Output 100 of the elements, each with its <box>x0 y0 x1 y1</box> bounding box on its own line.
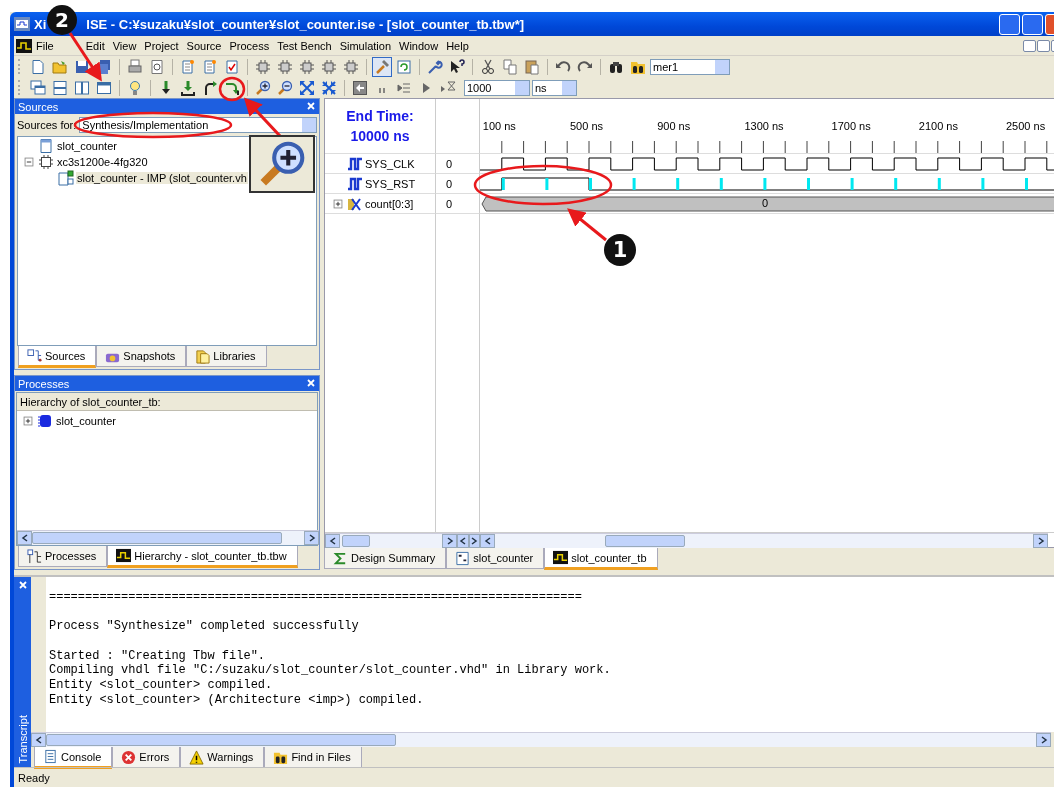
menu-item[interactable]: Source <box>182 39 226 52</box>
horizontal-scrollbar[interactable] <box>325 533 457 548</box>
menu-item[interactable]: Help <box>442 39 473 52</box>
status-text: Ready <box>18 771 50 784</box>
menu-item[interactable]: Project <box>140 39 183 52</box>
cascade-windows-icon[interactable] <box>30 79 46 96</box>
hammer-icon[interactable] <box>374 58 390 75</box>
panel-tab[interactable]: Libraries <box>186 346 267 367</box>
refresh-icon[interactable] <box>396 58 412 75</box>
panel-tab[interactable]: Console <box>34 747 113 769</box>
paste-icon[interactable] <box>524 58 540 75</box>
menu-item[interactable]: File <box>32 39 58 52</box>
chip-icon[interactable] <box>321 58 337 75</box>
expand-arrows-icon[interactable] <box>299 79 315 96</box>
scroll-arrow-button[interactable] <box>480 534 495 548</box>
scroll-arrow-button[interactable] <box>31 733 46 747</box>
scroll-arrow-button[interactable] <box>325 534 340 548</box>
horizontal-scrollbar[interactable] <box>480 533 1048 548</box>
window-title: ISE - C:¥suzaku¥slot_counter¥slot_counter.ise - [slot_counter_tb.tbw*] <box>86 16 525 32</box>
zoom-in-icon[interactable] <box>255 79 271 96</box>
new-file-icon[interactable] <box>30 58 46 75</box>
scroll-thumb[interactable] <box>605 535 685 547</box>
window-icon[interactable] <box>96 79 112 96</box>
scroll-arrow-button[interactable] <box>304 531 319 545</box>
console-line: ========================================================================== <box>49 590 583 605</box>
arrow-to-bar-icon[interactable] <box>180 79 196 96</box>
scroll-arrow-button[interactable] <box>457 534 469 548</box>
panel-tab[interactable]: Warnings <box>180 747 265 768</box>
step-number-badge: 2 <box>47 5 77 35</box>
search-combo[interactable]: mer1 <box>650 58 730 75</box>
expand-toggle[interactable] <box>331 196 345 211</box>
chip-icon[interactable] <box>277 58 293 75</box>
wave-icon <box>116 548 132 563</box>
help-pointer-icon[interactable] <box>449 58 465 75</box>
panel-tab[interactable]: Snapshots <box>96 346 187 367</box>
panel-tab[interactable]: Find in Files <box>264 747 362 768</box>
panel-tab[interactable]: Sources <box>18 346 97 368</box>
scroll-arrow-button[interactable] <box>1033 534 1048 548</box>
printer-icon[interactable] <box>127 58 143 75</box>
expand-toggle[interactable] <box>22 155 36 169</box>
processes-icon <box>27 548 42 564</box>
scroll-arrow-button[interactable] <box>17 531 32 545</box>
panel-tab[interactable]: Design Summary <box>324 548 447 569</box>
menu-item[interactable]: Simulation <box>335 39 395 52</box>
open-folder-icon[interactable] <box>52 58 68 75</box>
scroll-thumb[interactable] <box>46 734 396 746</box>
panel-tab[interactable]: Hierarchy - slot_counter_tb.tbw <box>107 546 298 568</box>
collapse-arrows-icon[interactable] <box>321 79 337 96</box>
restore-button[interactable] <box>1037 39 1050 52</box>
signal-name[interactable]: SYS_RST <box>365 177 416 190</box>
curved-arrow-icon[interactable] <box>202 79 218 96</box>
horizontal-scrollbar[interactable] <box>31 732 1051 747</box>
scroll-arrow-button[interactable] <box>1036 733 1051 747</box>
minimize-button[interactable] <box>1023 39 1036 52</box>
back-icon[interactable] <box>352 79 368 96</box>
panel-tab[interactable]: slot_counter_tb <box>544 548 658 570</box>
print-preview-icon[interactable] <box>149 58 165 75</box>
expand-toggle[interactable] <box>21 414 35 428</box>
panel-tab[interactable]: Processes <box>18 546 108 567</box>
signal-name[interactable]: SYS_CLK <box>365 157 415 170</box>
tree-item[interactable]: slot_counter - IMP (slot_counter.vh <box>76 172 248 184</box>
module-icon <box>58 170 74 186</box>
scroll-thumb[interactable] <box>32 532 282 544</box>
tree-item[interactable]: xc3s1200e-4fg320 <box>56 156 149 168</box>
zoom-out-icon[interactable] <box>277 79 293 96</box>
scroll-arrow-button[interactable] <box>442 534 457 548</box>
chip-icon[interactable] <box>255 58 271 75</box>
sources-for-dropdown[interactable]: Synthesis/Implementation <box>79 117 317 133</box>
tree-item[interactable]: slot_counter <box>56 140 118 152</box>
end-time-value: 10000 ns <box>350 127 410 146</box>
close-icon[interactable] <box>305 376 317 389</box>
scroll-thumb[interactable] <box>342 535 370 547</box>
horizontal-scrollbar[interactable] <box>17 530 319 545</box>
menu-item[interactable]: Process <box>225 39 274 52</box>
save-icon[interactable] <box>74 58 90 75</box>
panel-tab[interactable]: slot_counter <box>446 548 545 569</box>
menu-item[interactable]: Test Bench <box>273 39 336 52</box>
horizontal-scrollbar[interactable] <box>457 533 480 548</box>
chip-icon[interactable] <box>299 58 315 75</box>
maximize-button[interactable] <box>1022 13 1043 35</box>
menu-item[interactable]: Edit <box>81 39 109 52</box>
menu-item[interactable]: View <box>108 39 141 52</box>
copy-icon[interactable] <box>502 58 518 75</box>
tile-horizontal-icon[interactable] <box>52 79 68 96</box>
panel-tab[interactable]: Errors <box>112 747 181 768</box>
time-unit-combo[interactable]: ns <box>532 79 577 96</box>
chip-icon[interactable] <box>343 58 359 75</box>
time-field[interactable]: 1000 <box>464 79 530 96</box>
menu-item[interactable]: Window <box>395 39 443 52</box>
chevron-right-icon <box>1036 537 1045 545</box>
tree-item[interactable]: slot_counter <box>55 415 117 427</box>
close-icon[interactable] <box>16 579 29 591</box>
lightbulb-icon[interactable] <box>127 79 143 96</box>
chevron-left-icon <box>458 537 467 545</box>
wrench-icon[interactable] <box>427 58 443 75</box>
signal-name[interactable]: count[0:3] <box>365 197 414 210</box>
tile-vertical-icon[interactable] <box>74 79 90 96</box>
scissors-icon[interactable] <box>480 58 496 75</box>
checked-document-icon[interactable] <box>224 58 240 75</box>
close-icon[interactable] <box>305 99 317 112</box>
